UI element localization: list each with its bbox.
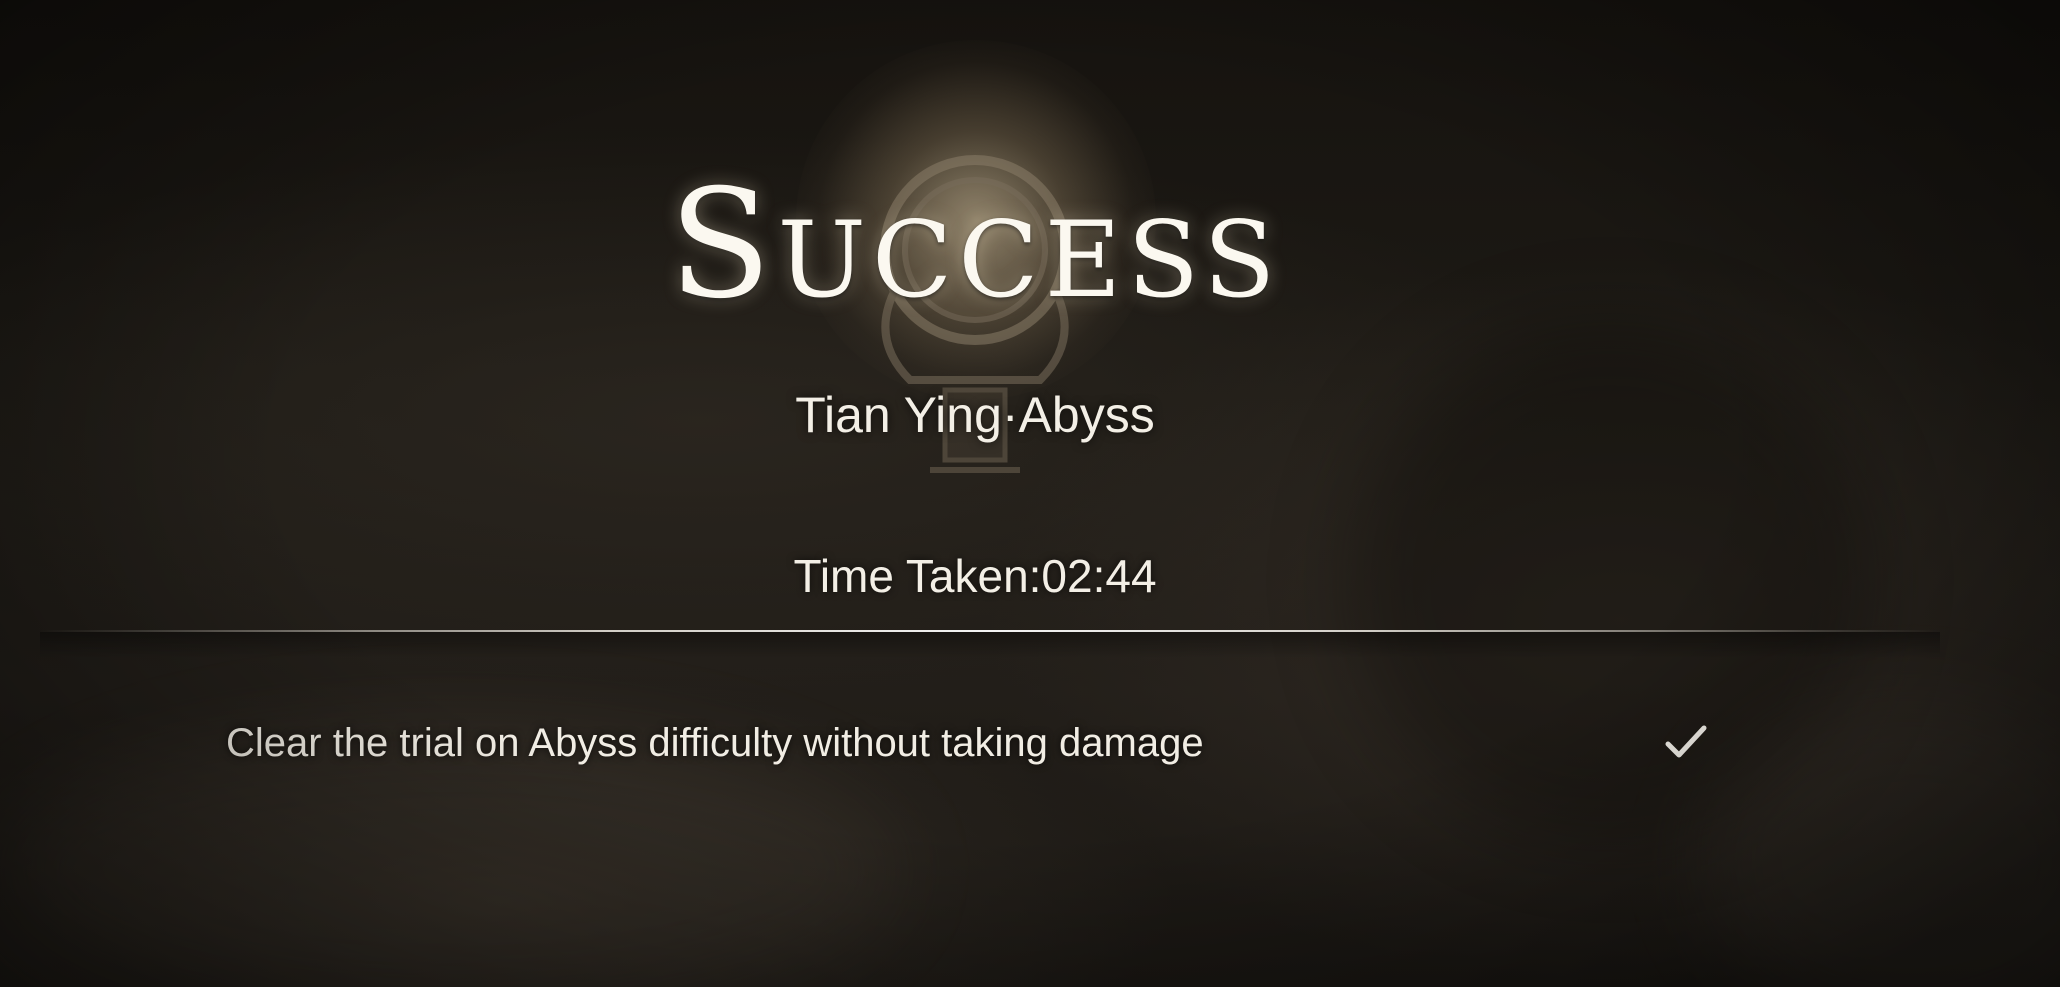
- divider-shadow: [40, 632, 1940, 658]
- section-divider: [40, 630, 1940, 632]
- objective-row: Clear the trial on Abyss difficulty with…: [226, 712, 1726, 774]
- trial-name: Tian Ying·Abyss: [795, 387, 1155, 443]
- checkmark-icon: [1665, 725, 1707, 758]
- result-title: Success: [668, 158, 1282, 332]
- objective-text: Clear the trial on Abyss difficulty with…: [226, 721, 1204, 765]
- trial-result-screen: Success Tian Ying·Abyss Time Taken:02:44…: [0, 0, 2060, 987]
- time-taken: Time Taken:02:44: [793, 550, 1157, 602]
